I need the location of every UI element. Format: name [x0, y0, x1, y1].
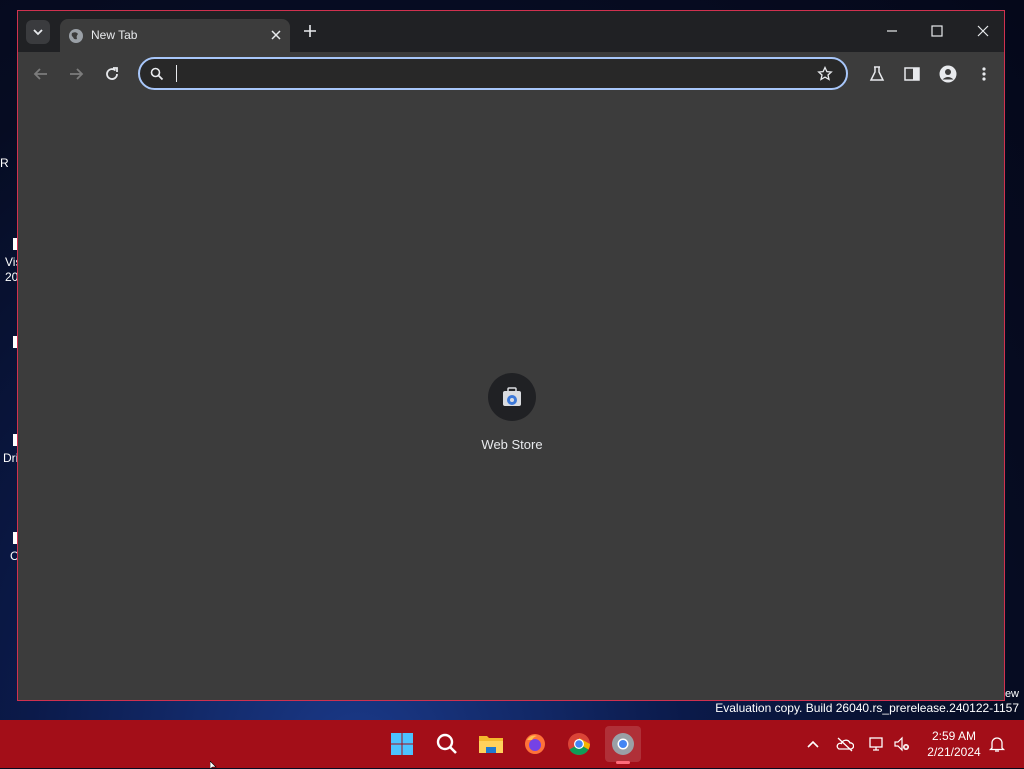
maximize-icon[interactable]	[929, 23, 945, 39]
firefox-icon	[525, 734, 545, 754]
evaluation-watermark: Evaluation copy. Build 26040.rs_prerelea…	[715, 701, 1019, 715]
web-store-icon	[503, 387, 521, 406]
browser-window: New Tab Web Store	[17, 10, 1005, 701]
more-menu-icon[interactable]	[975, 65, 993, 83]
globe-icon	[69, 29, 83, 43]
back-arrow-icon[interactable]	[32, 65, 50, 83]
new-tab-page: Web Store	[18, 96, 1004, 700]
address-bar[interactable]	[138, 57, 848, 90]
start-button[interactable]	[384, 726, 420, 762]
toolbar	[18, 52, 1004, 96]
shortcut-web-store[interactable]: Web Store	[469, 373, 555, 463]
desktop-icon-label: R	[0, 156, 9, 170]
forward-arrow-icon[interactable]	[67, 65, 85, 83]
address-input[interactable]	[174, 62, 778, 87]
chrome-dev-icon	[612, 733, 634, 755]
tab-new-tab[interactable]: New Tab	[60, 19, 290, 52]
firefox-button[interactable]	[517, 726, 553, 762]
onedrive-icon[interactable]	[836, 736, 854, 752]
minimize-icon[interactable]	[884, 23, 900, 39]
title-bar[interactable]: New Tab	[18, 11, 1004, 52]
search-icon	[150, 67, 164, 81]
file-explorer-icon	[479, 736, 503, 753]
file-explorer-button[interactable]	[473, 726, 509, 762]
clock-time: 2:59 AM	[931, 729, 977, 743]
taskbar: 2:59 AM 2/21/2024	[0, 720, 1024, 768]
clock-date: 2/21/2024	[927, 745, 981, 759]
watermark-fragment: ew	[1004, 688, 1019, 700]
text-caret	[176, 65, 177, 82]
chevron-down-icon	[33, 29, 43, 36]
network-icon[interactable]	[868, 736, 886, 752]
show-hidden-icons-chevron-up-icon[interactable]	[804, 736, 822, 752]
chrome-icon	[568, 733, 590, 755]
system-clock[interactable]: 2:59 AM 2/21/2024	[920, 728, 988, 760]
side-panel-icon[interactable]	[903, 65, 921, 83]
bookmark-star-icon[interactable]	[817, 66, 833, 82]
reload-icon[interactable]	[103, 65, 121, 83]
labs-flask-icon[interactable]	[868, 65, 886, 83]
chrome-button[interactable]	[561, 726, 597, 762]
new-tab-button[interactable]	[302, 23, 318, 39]
chrome-dev-button[interactable]	[605, 726, 641, 762]
close-window-icon[interactable]	[975, 23, 991, 39]
tab-search-button[interactable]	[26, 20, 50, 44]
profile-icon[interactable]	[939, 65, 957, 83]
search-icon	[436, 733, 457, 754]
tab-title: New Tab	[91, 28, 138, 42]
notification-bell-icon[interactable]	[988, 736, 1006, 752]
active-app-indicator	[616, 761, 630, 764]
volume-muted-icon[interactable]	[893, 736, 911, 752]
shortcut-icon-circle	[488, 373, 536, 421]
close-tab-icon[interactable]	[268, 27, 284, 43]
shortcut-label: Web Store	[481, 437, 543, 452]
windows-start-icon	[391, 733, 413, 755]
taskbar-search-button[interactable]	[429, 726, 465, 762]
